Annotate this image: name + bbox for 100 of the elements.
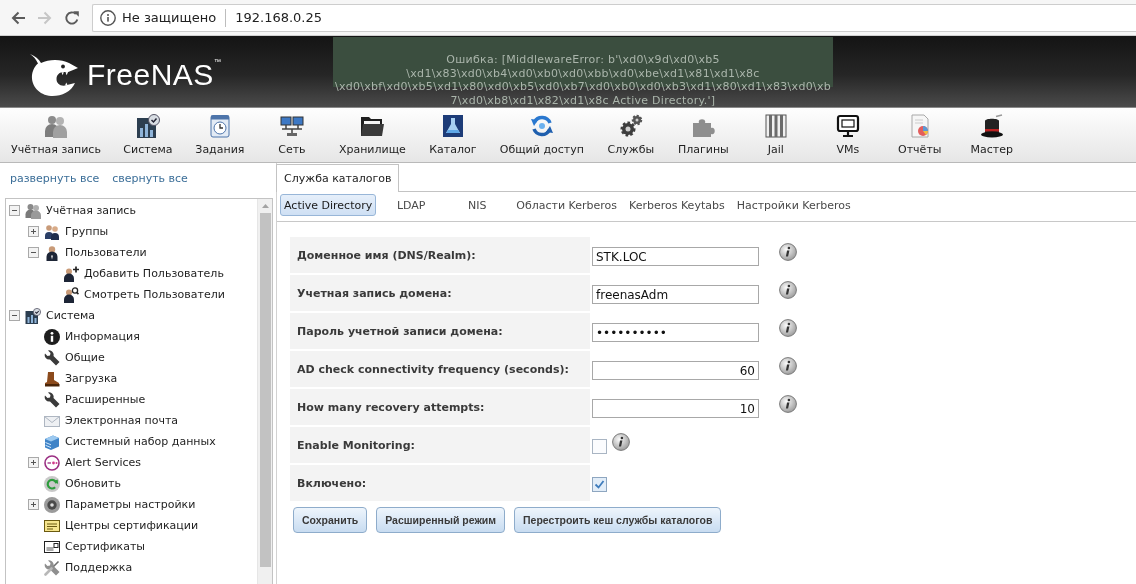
tree-item[interactable]: Системный набор данных [44,433,216,450]
field-label: Доменное имя (DNS/Realm): [290,237,590,273]
tree-item[interactable]: Расширенные [44,391,146,408]
users-icon [43,114,68,138]
wrench-screwdriver-icon [44,559,60,576]
bars-icon [763,114,788,138]
tab[interactable]: Kerberos Keytabs [625,194,729,216]
tree-item[interactable]: Информация [44,328,140,345]
toolbar-button[interactable]: Мастер [955,108,1028,162]
field-label: Учетная запись домена: [290,275,590,311]
disc-icon [44,496,60,513]
tree-item[interactable]: Параметры настройки [44,496,196,513]
toolbar-button[interactable]: Система [111,108,184,162]
tab[interactable]: Служба каталогов [276,164,400,192]
tree-item[interactable]: Добавить Пользователь [63,265,224,282]
number-field[interactable]: 60 [592,361,759,380]
text-field[interactable]: STK.LOC [592,247,759,266]
gears-icon [618,114,643,138]
circle-dots-icon [44,454,60,471]
info-icon [44,328,60,345]
tree-item[interactable]: Смотреть Пользователи [63,286,225,303]
tree-item[interactable]: Общие [44,349,105,366]
url-text: 192.168.0.25 [235,10,323,25]
advanced-mode-button[interactable]: Расширенный режим [376,507,506,533]
bar-chart-icon [135,114,160,138]
toolbar-button[interactable]: Задания [183,108,256,162]
toolbar-button[interactable]: Общий доступ [488,108,595,162]
info-icon[interactable] [779,281,797,299]
tree-item[interactable]: Электронная почта [44,412,179,429]
rebuild-cache-button[interactable]: Перестроить кеш службы каталогов [514,507,722,533]
tree-item[interactable]: Поддержка [44,559,133,576]
toolbar-button[interactable]: Jail [739,108,812,162]
toolbar-button[interactable]: Сеть [255,108,328,162]
certificate-icon [44,517,60,534]
save-button[interactable]: Сохранить [293,507,368,533]
checkbox[interactable] [592,439,607,454]
tab[interactable]: LDAP [380,194,443,216]
number-field[interactable]: 10 [592,399,759,418]
info-icon[interactable] [779,319,797,337]
collapse-all-link[interactable]: свернуть все [112,172,188,185]
tree-item[interactable]: Центры сертификации [44,517,199,534]
reload-icon [64,9,80,26]
person-icon [44,244,60,261]
wrench-icon [44,391,60,408]
expand-all-link[interactable]: развернуть все [10,172,100,185]
address-bar[interactable]: Не защищено 192.168.0.25 [92,3,1136,32]
info-icon[interactable] [779,243,797,261]
monitor-icon [835,114,860,138]
toolbar-button[interactable]: Хранилище [327,108,417,162]
password-field[interactable]: •••••••••• [592,323,759,342]
toolbar-button[interactable]: Учётная запись [0,108,112,162]
collapse-icon[interactable] [9,205,20,216]
right-arrow-icon [37,9,53,26]
info-icon [100,9,116,26]
tree-item[interactable]: Сертификаты [44,538,146,555]
text-field[interactable]: freenasAdm [592,285,759,304]
top-hat-icon [979,114,1004,138]
field-label: Enable Monitoring: [290,427,590,463]
users-icon [25,202,41,219]
field-label: Пароль учетной записи домена: [290,313,590,349]
checkbox[interactable] [592,477,607,492]
tab[interactable]: NIS [446,194,509,216]
wrench-icon [44,349,60,366]
person-magnifier-icon [63,286,79,303]
info-icon[interactable] [612,433,630,451]
tree-item[interactable]: Учётная запись [25,202,136,219]
field-label: Включено: [290,465,590,501]
collapse-icon[interactable] [9,310,20,321]
tree-item[interactable]: Система [25,307,96,324]
people-icon [44,223,60,240]
scrollbar-track[interactable] [257,199,272,584]
toolbar-button[interactable]: Каталог [416,108,489,162]
refresh-icon [44,475,60,492]
security-label: Не защищено [122,10,217,25]
folder-icon [360,114,385,138]
field-label: AD check connectivity frequency (seconds): [290,351,590,387]
field-label: How many recovery attempts: [290,389,590,425]
tab[interactable]: Настройки Kerberos [732,194,855,216]
tree-item[interactable]: Пользователи [44,244,147,261]
cube-icon [44,433,60,450]
expand-icon[interactable] [28,226,39,237]
tree-item[interactable]: Группы [44,223,109,240]
info-icon[interactable] [779,357,797,375]
scrollbar-thumb[interactable] [259,213,271,567]
flask-icon [440,114,465,138]
toolbar-button[interactable]: VMs [811,108,884,162]
expand-icon[interactable] [28,499,39,510]
left-arrow-icon [10,9,26,26]
toolbar-button[interactable]: Отчёты [883,108,956,162]
tree-item[interactable]: Загрузка [44,370,118,387]
tree-item[interactable]: Обновить [44,475,121,492]
toolbar-button[interactable]: Службы [594,108,667,162]
tab[interactable]: Active Directory [280,194,377,216]
expand-icon[interactable] [28,457,39,468]
bar-chart-icon [25,307,41,324]
collapse-icon[interactable] [28,247,39,258]
toolbar-button[interactable]: Плагины [666,108,740,162]
tab[interactable]: Области Kerberos [512,194,621,216]
info-icon[interactable] [779,395,797,413]
tree-item[interactable]: Alert Services [44,454,142,471]
